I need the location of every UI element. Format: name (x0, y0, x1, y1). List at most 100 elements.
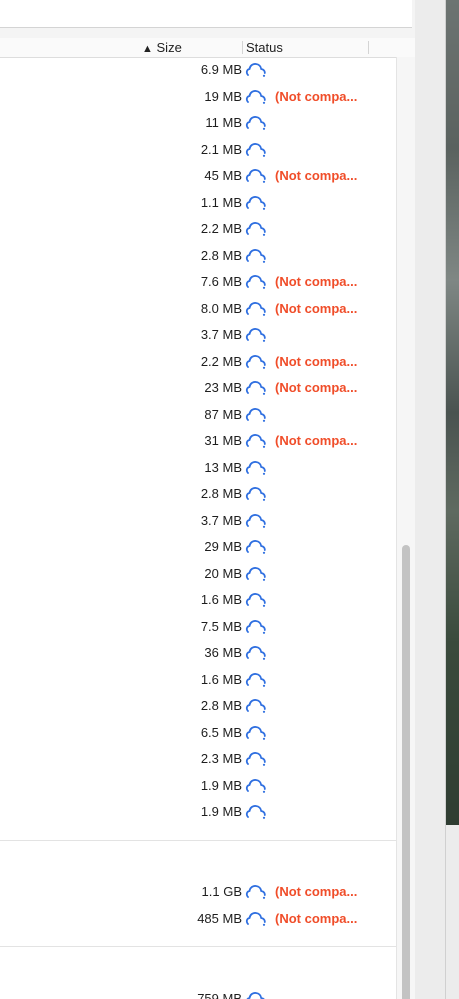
icloud-download-icon[interactable] (245, 644, 267, 661)
file-size: 1.9 MB (200, 777, 242, 793)
icloud-download-icon[interactable] (245, 300, 267, 317)
icloud-download-icon[interactable] (245, 459, 267, 476)
icloud-download-icon[interactable] (245, 379, 267, 396)
icloud-download-icon[interactable] (245, 220, 267, 237)
file-size: 1.1 MB (200, 194, 242, 210)
file-size: 759 MB (197, 991, 242, 999)
file-size: 8.0 MB (200, 300, 242, 316)
icloud-download-icon[interactable] (245, 777, 267, 794)
table-row[interactable]: 8.0 MB (Not compa... (0, 296, 400, 322)
table-row[interactable]: 7.5 MB (0, 614, 400, 640)
file-size: 485 MB (197, 910, 242, 926)
toolbar (0, 0, 415, 39)
table-row[interactable]: 31 MB (Not compa... (0, 428, 400, 454)
icloud-download-icon[interactable] (245, 114, 267, 131)
table-row[interactable]: 1.1 GB (Not compa... (0, 879, 400, 905)
icloud-download-icon[interactable] (245, 273, 267, 290)
table-row[interactable]: 2.1 MB (0, 137, 400, 163)
table-row[interactable]: 19 MB (Not compa... (0, 84, 400, 110)
table-row[interactable]: 2.8 MB (0, 693, 400, 719)
file-size: 2.2 MB (200, 353, 242, 369)
table-row[interactable]: 45 MB (Not compa... (0, 163, 400, 189)
icloud-download-icon[interactable] (245, 247, 267, 264)
file-size: 2.8 MB (200, 486, 242, 501)
table-row[interactable]: 2.2 MB (Not compa... (0, 349, 400, 375)
table-row[interactable]: 6.5 MB (0, 720, 400, 746)
icloud-download-icon[interactable] (245, 194, 267, 211)
file-size: 29 MB (204, 539, 242, 554)
icloud-download-icon[interactable] (245, 538, 267, 555)
table-row[interactable]: 2.8 MB (0, 481, 400, 507)
icloud-download-icon[interactable] (245, 141, 267, 158)
status-text: (Not compa... (275, 168, 358, 183)
table-row[interactable]: 759 MB (0, 986, 400, 999)
icloud-download-icon[interactable] (245, 167, 267, 184)
table-row[interactable]: 2.3 MB (0, 746, 400, 772)
icloud-download-icon[interactable] (245, 990, 267, 999)
column-separator[interactable] (242, 41, 243, 54)
icloud-download-icon[interactable] (245, 512, 267, 529)
table-row[interactable]: 1.9 MB (0, 799, 400, 825)
file-size: 2.3 MB (200, 751, 242, 766)
file-size: 6.5 MB (200, 724, 242, 740)
column-header-size[interactable]: ▲ Size (142, 40, 182, 55)
table-row[interactable]: 3.7 MB (0, 508, 400, 534)
group-separator (0, 946, 400, 947)
icloud-download-icon[interactable] (245, 750, 267, 767)
icloud-download-icon[interactable] (245, 88, 267, 105)
status-text: (Not compa... (275, 884, 358, 899)
status-text: (Not compa... (275, 353, 358, 369)
group-separator (0, 840, 400, 841)
table-row[interactable]: 20 MB (0, 561, 400, 587)
icloud-download-icon[interactable] (245, 724, 267, 741)
table-row[interactable]: 2.2 MB (0, 216, 400, 242)
file-size: 1.6 MB (200, 592, 242, 607)
table-row[interactable]: 29 MB (0, 534, 400, 560)
table-row[interactable]: 7.6 MB (Not compa... (0, 269, 400, 295)
icloud-download-icon[interactable] (245, 326, 267, 343)
table-row[interactable]: 1.9 MB (0, 773, 400, 799)
table-row[interactable]: 485 MB (Not compa... (0, 906, 400, 932)
file-size: 2.1 MB (200, 141, 242, 157)
icloud-download-icon[interactable] (245, 353, 267, 370)
table-row[interactable]: 13 MB (0, 455, 400, 481)
table-row[interactable]: 87 MB (0, 402, 400, 428)
icloud-download-icon[interactable] (245, 803, 267, 820)
table-row[interactable]: 36 MB (0, 640, 400, 666)
file-size: 36 MB (204, 645, 242, 660)
table-row[interactable]: 11 MB (0, 110, 400, 136)
icloud-download-icon[interactable] (245, 485, 267, 502)
table-row[interactable]: 2.8 MB (0, 243, 400, 269)
icloud-download-icon[interactable] (245, 697, 267, 714)
icloud-download-icon[interactable] (245, 618, 267, 635)
icloud-download-icon[interactable] (245, 61, 267, 78)
column-header-status-label: Status (246, 40, 283, 55)
icloud-download-icon[interactable] (245, 565, 267, 582)
icloud-download-icon[interactable] (245, 591, 267, 608)
path-bar[interactable] (0, 0, 412, 28)
status-text: (Not compa... (275, 88, 358, 104)
background-photo (446, 0, 459, 825)
icloud-download-icon[interactable] (245, 432, 267, 449)
file-size: 7.6 MB (200, 274, 242, 289)
file-size: 6.9 MB (200, 62, 242, 77)
file-size: 1.6 MB (200, 671, 242, 687)
table-row[interactable]: 1.1 MB (0, 190, 400, 216)
table-row[interactable]: 6.9 MB (0, 57, 400, 83)
status-text: (Not compa... (275, 380, 358, 395)
table-row[interactable]: 23 MB (Not compa... (0, 375, 400, 401)
table-row[interactable]: 3.7 MB (0, 322, 400, 348)
icloud-download-icon[interactable] (245, 910, 267, 927)
vertical-scrollbar[interactable] (396, 57, 415, 999)
table-row[interactable]: 1.6 MB (0, 667, 400, 693)
scrollbar-thumb[interactable] (402, 545, 410, 999)
column-header-status[interactable]: Status (246, 40, 283, 55)
file-size: 2.8 MB (200, 247, 242, 263)
table-row[interactable]: 1.6 MB (0, 587, 400, 613)
icloud-download-icon[interactable] (245, 883, 267, 900)
icloud-download-icon[interactable] (245, 671, 267, 688)
column-header: ▲ Size Status (0, 38, 415, 58)
icloud-download-icon[interactable] (245, 406, 267, 423)
file-size: 87 MB (204, 406, 242, 422)
column-separator[interactable] (368, 41, 369, 54)
